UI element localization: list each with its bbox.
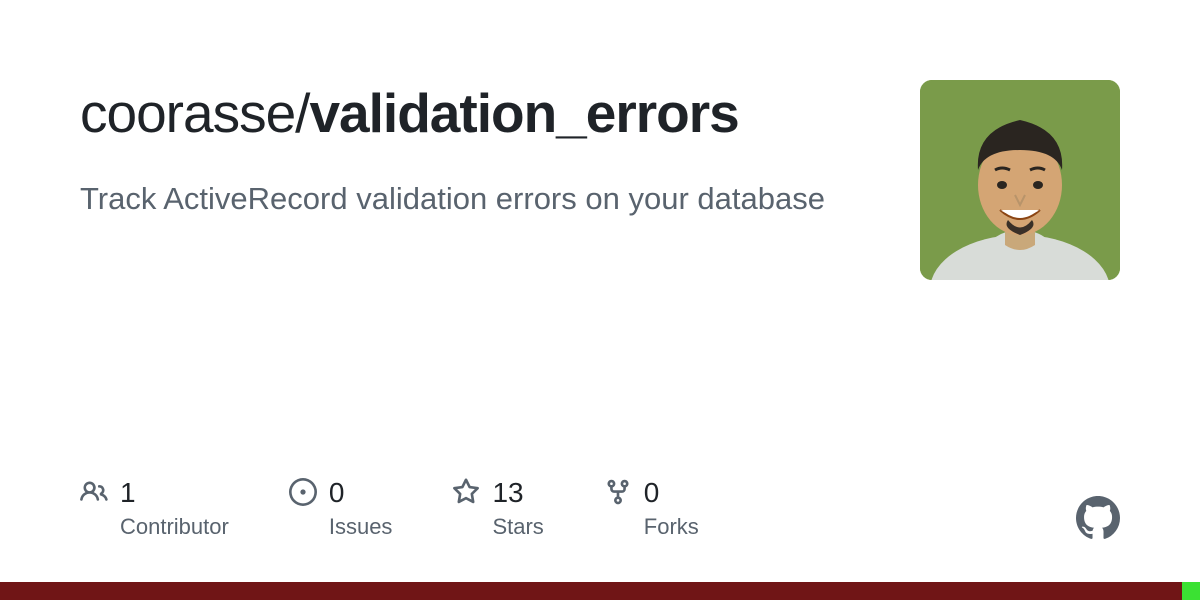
people-icon (80, 478, 108, 506)
repo-owner: coorasse (80, 82, 295, 144)
repo-name: validation_errors (309, 82, 738, 144)
stat-label: Contributor (120, 514, 229, 540)
stat-issues: 0 Issues (289, 476, 393, 540)
stat-stars: 13 Stars (452, 476, 543, 540)
stat-value: 13 (492, 476, 543, 510)
stat-value: 0 (644, 476, 699, 510)
language-bar (0, 582, 1200, 600)
language-segment (0, 582, 1182, 600)
stat-label: Issues (329, 514, 393, 540)
repo-title: coorasse/validation_errors (80, 80, 860, 146)
repo-description: Track ActiveRecord validation errors on … (80, 176, 860, 223)
avatar (920, 80, 1120, 280)
fork-icon (604, 478, 632, 506)
star-icon (452, 478, 480, 506)
stat-label: Stars (492, 514, 543, 540)
stats-row: 1 Contributor 0 Issues 13 Stars 0 Forks (80, 476, 699, 540)
github-icon (1076, 496, 1120, 540)
stat-value: 0 (329, 476, 393, 510)
stat-value: 1 (120, 476, 229, 510)
stat-forks: 0 Forks (604, 476, 699, 540)
language-segment (1182, 582, 1200, 600)
issue-icon (289, 478, 317, 506)
stat-contributors: 1 Contributor (80, 476, 229, 540)
stat-label: Forks (644, 514, 699, 540)
